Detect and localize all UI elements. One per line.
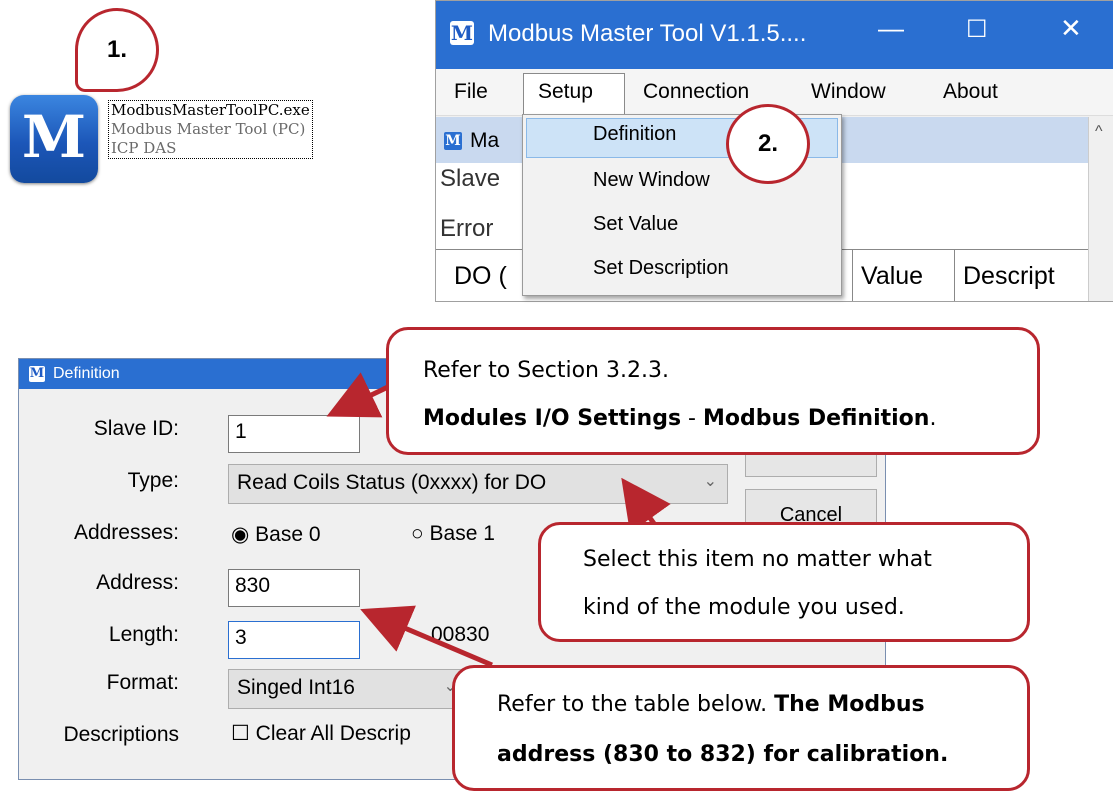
refer-section-line1: Refer to Section 3.2.3.	[423, 358, 669, 383]
arrow-to-address	[360, 605, 493, 668]
refer-section-line2: Modules I/O Settings - Modbus Definition…	[423, 406, 937, 431]
select-item-line1: Select this item no matter what	[583, 547, 932, 572]
select-item-line2: kind of the module you used.	[583, 595, 905, 620]
select-item-callout: Select this item no matter what kind of …	[538, 522, 1030, 642]
refer-section-callout: Refer to Section 3.2.3. Modules I/O Sett…	[386, 327, 1040, 455]
refer-table-callout: Refer to the table below. The Modbus add…	[452, 665, 1030, 791]
refer-table-line1: Refer to the table below. The Modbus	[497, 692, 925, 717]
refer-table-line2: address (830 to 832) for calibration.	[497, 742, 949, 767]
